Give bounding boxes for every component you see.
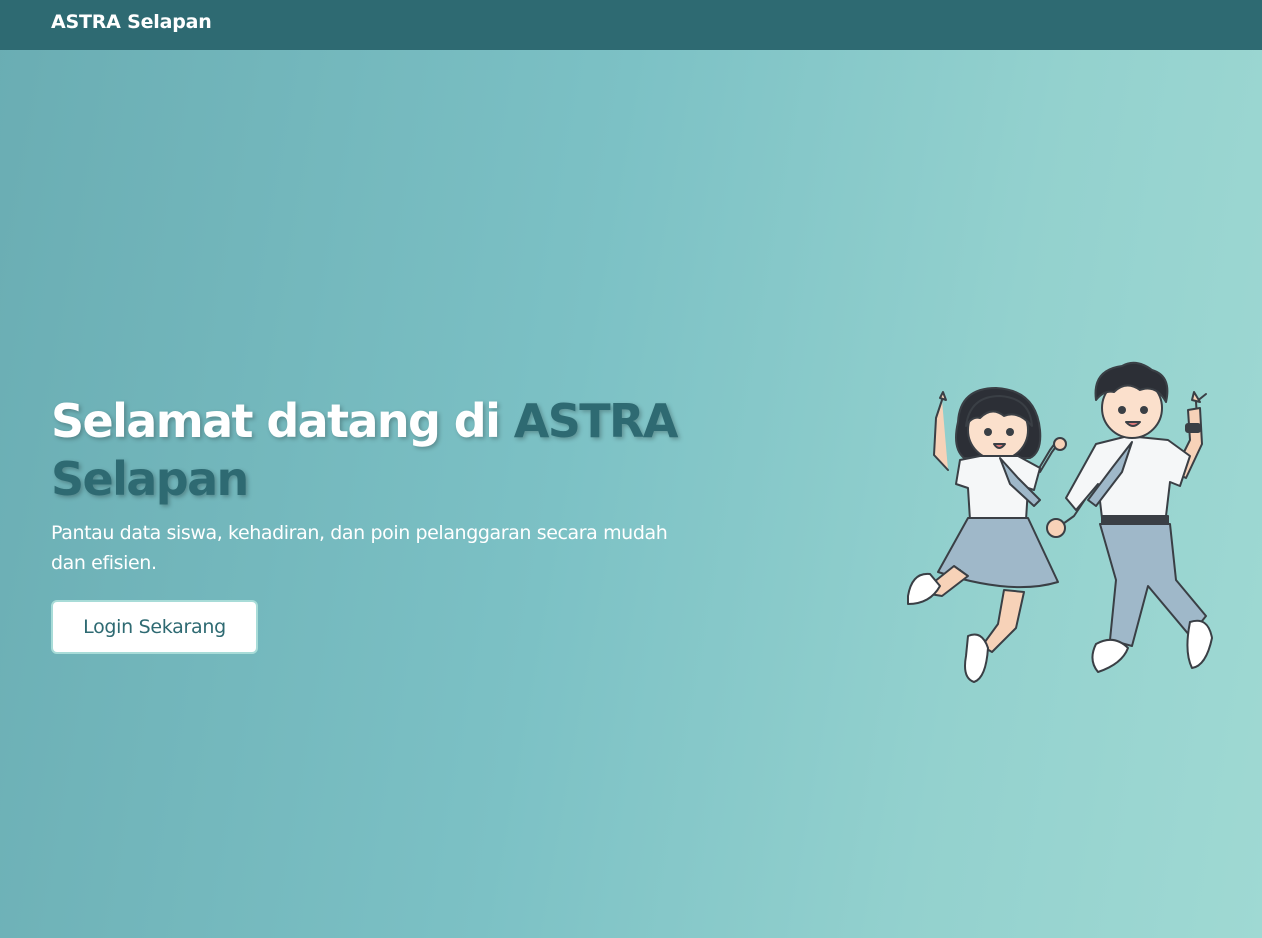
hero-section: Selamat datang di ASTRA Selapan Pantau d… [51,392,751,578]
girl-figure [907,387,1067,683]
navbar: ASTRA Selapan [0,0,1262,50]
hero-subtitle: Pantau data siswa, kehadiran, dan poin p… [51,522,668,574]
brand-logo-text[interactable]: ASTRA Selapan [51,10,212,34]
landing-page: ASTRA Selapan Selamat datang di ASTRA Se… [0,0,1262,938]
students-illustration [907,361,1213,683]
login-button[interactable]: Login Sekarang [51,600,258,654]
hero-headline: Selamat datang di ASTRA Selapan [51,392,751,508]
boy-figure [1046,361,1213,673]
headline-prefix: Selamat datang di [51,394,514,448]
